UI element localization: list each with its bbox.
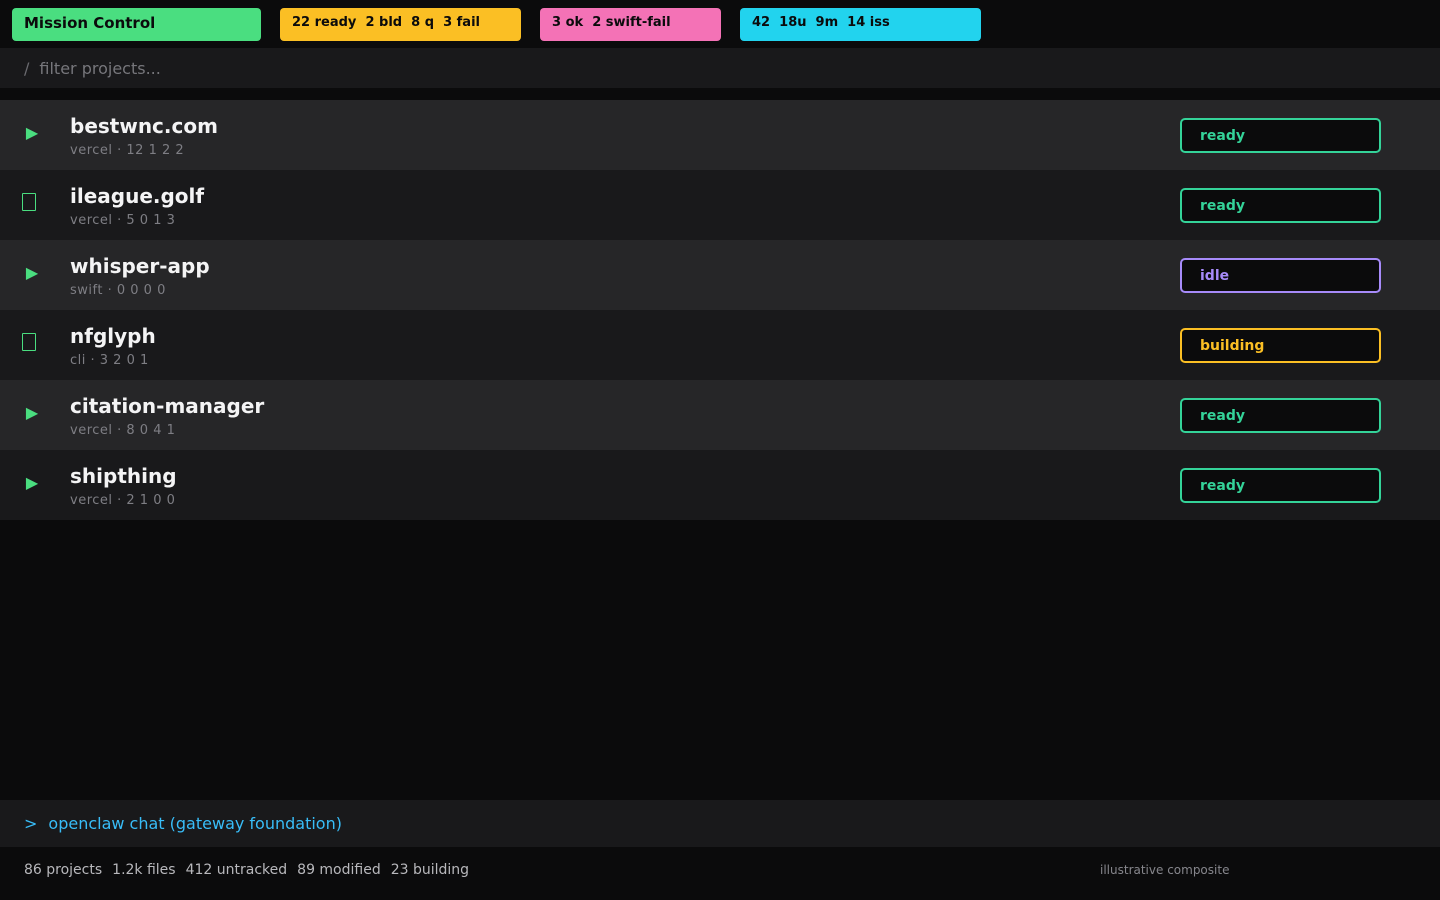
swift-summary-pill[interactable]: 3 ok 2 swift-fail xyxy=(540,8,721,41)
chat-bar[interactable]: > openclaw chat (gateway foundation) xyxy=(0,800,1440,847)
status-badge: idle xyxy=(1180,258,1381,293)
project-meta: vercel · 8 0 4 1 xyxy=(70,423,176,438)
project-list: ▶ bestwnc.com vercel · 12 1 2 2 ready ileagu… xyxy=(0,100,1440,520)
top-bar: Mission Control 22 ready 2 bld 8 q 3 fai… xyxy=(0,0,1440,48)
project-name[interactable]: whisper-app xyxy=(70,254,210,278)
project-row[interactable]: ▶ bestwnc.com vercel · 12 1 2 2 ready xyxy=(0,100,1440,170)
app-title: Mission Control xyxy=(12,8,261,41)
footer-stat: 89 modified xyxy=(297,862,381,878)
project-row[interactable]: nfglyph cli · 3 2 0 1 building xyxy=(0,310,1440,380)
footer-stat: 412 untracked xyxy=(185,862,288,878)
project-meta: swift · 0 0 0 0 xyxy=(70,283,166,298)
project-meta: vercel · 5 0 1 3 xyxy=(70,213,176,228)
project-row[interactable]: ileague.golf vercel · 5 0 1 3 ready xyxy=(0,170,1440,240)
status-badge: ready xyxy=(1180,118,1381,153)
project-row[interactable]: ▶ whisper-app swift · 0 0 0 0 idle xyxy=(0,240,1440,310)
play-icon[interactable]: ▶ xyxy=(24,473,40,493)
play-icon[interactable]: ▶ xyxy=(24,403,40,423)
repo-summary-pill[interactable]: 42 18u 9m 14 iss xyxy=(740,8,981,41)
project-meta: vercel · 12 1 2 2 xyxy=(70,143,185,158)
missing-glyph-icon[interactable] xyxy=(22,333,36,351)
filter-prefix: / xyxy=(24,58,30,78)
status-badge: ready xyxy=(1180,188,1381,223)
chat-prompt: > xyxy=(24,814,38,833)
filter-input[interactable] xyxy=(39,58,640,78)
status-badge: building xyxy=(1180,328,1381,363)
missing-glyph-icon[interactable] xyxy=(22,193,36,211)
play-icon[interactable]: ▶ xyxy=(24,263,40,283)
project-row[interactable]: ▶ shipthing vercel · 2 1 0 0 ready xyxy=(0,450,1440,520)
footer-stat: 86 projects xyxy=(24,862,103,878)
project-name[interactable]: ileague.golf xyxy=(70,184,204,208)
project-row[interactable]: ▶ citation-manager vercel · 8 0 4 1 ready xyxy=(0,380,1440,450)
footer-note: illustrative composite xyxy=(1100,863,1230,877)
project-meta: vercel · 2 1 0 0 xyxy=(70,493,176,508)
build-summary-pill[interactable]: 22 ready 2 bld 8 q 3 fail xyxy=(280,8,521,41)
play-icon[interactable]: ▶ xyxy=(24,123,40,143)
footer-stats: 86 projects 1.2k files 412 untracked 89 mod… xyxy=(24,862,479,878)
status-footer: 86 projects 1.2k files 412 untracked 89 mod… xyxy=(0,848,1440,900)
project-name[interactable]: bestwnc.com xyxy=(70,114,218,138)
footer-stat: 23 building xyxy=(390,862,470,878)
status-badge: ready xyxy=(1180,468,1381,503)
status-badge: ready xyxy=(1180,398,1381,433)
project-name[interactable]: shipthing xyxy=(70,464,177,488)
project-name[interactable]: citation-manager xyxy=(70,394,264,418)
project-name[interactable]: nfglyph xyxy=(70,324,156,348)
chat-command[interactable]: openclaw chat (gateway foundation) xyxy=(48,814,342,833)
project-meta: cli · 3 2 0 1 xyxy=(70,353,149,368)
filter-bar: / xyxy=(0,48,1440,88)
footer-stat: 1.2k files xyxy=(112,862,176,878)
